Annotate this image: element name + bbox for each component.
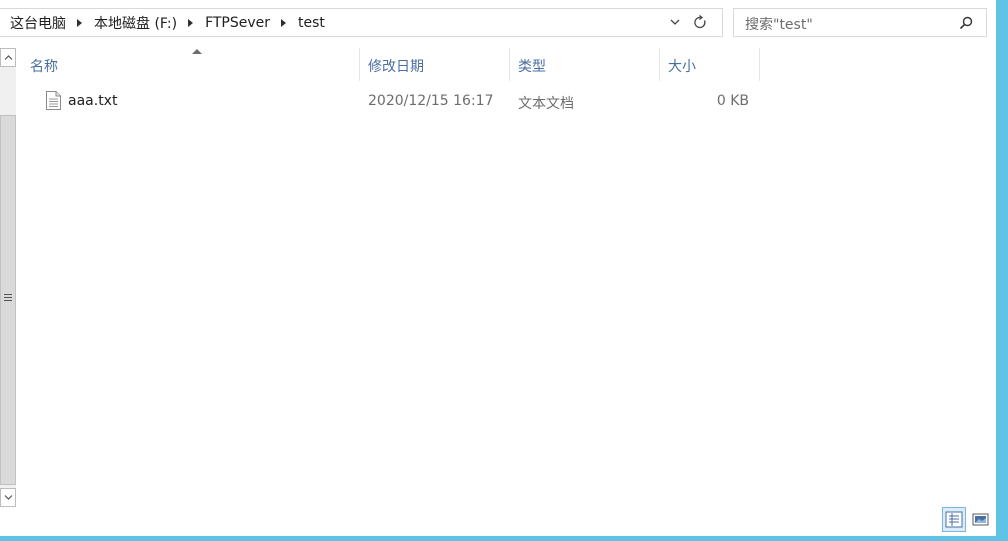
breadcrumb-separator-icon[interactable] [188, 18, 194, 27]
scroll-up-button[interactable] [0, 48, 16, 67]
large-icons-view-button[interactable] [970, 507, 992, 532]
scroll-thumb[interactable] [0, 115, 16, 485]
chevron-up-icon [4, 55, 13, 60]
chevron-down-icon[interactable] [668, 15, 682, 29]
chevron-down-icon [4, 495, 13, 500]
file-size: 0 KB [716, 93, 749, 109]
file-name[interactable]: aaa.txt [68, 93, 117, 109]
column-header-name-label: 名称 [30, 59, 58, 75]
address-bar[interactable]: 这台电脑 本地磁盘 (F:) FTPSever test [0, 8, 723, 37]
search-icon[interactable] [958, 15, 974, 31]
column-header-modified-label: 修改日期 [368, 59, 424, 75]
grip-icon [4, 294, 12, 303]
breadcrumb-item-local-disk[interactable]: 本地磁盘 (F:) [92, 13, 179, 33]
search-box[interactable]: 搜索"test" [733, 8, 987, 37]
large-icons-view-icon [972, 513, 989, 526]
file-modified-date: 2020/12/15 16:17 [368, 93, 494, 109]
column-header-modified[interactable]: 修改日期 [360, 48, 510, 81]
vertical-scrollbar[interactable] [0, 48, 16, 507]
column-header-size[interactable]: 大小 [660, 48, 760, 81]
search-input[interactable]: 搜索"test" [745, 14, 813, 34]
file-row[interactable]: aaa.txt 2020/12/15 16:17 文本文档 0 KB [22, 89, 762, 115]
breadcrumb-separator-icon[interactable] [281, 18, 287, 27]
breadcrumb: 这台电脑 本地磁盘 (F:) FTPSever test [8, 9, 327, 36]
breadcrumb-item-ftpsever[interactable]: FTPSever [203, 15, 272, 31]
breadcrumb-item-test[interactable]: test [296, 15, 327, 31]
column-header-type-label: 类型 [518, 59, 546, 75]
column-header-type[interactable]: 类型 [510, 48, 660, 81]
details-view-icon [945, 511, 963, 528]
column-header-name[interactable]: 名称 [22, 48, 360, 81]
text-file-icon [46, 91, 61, 110]
details-view-button[interactable] [942, 507, 966, 532]
explorer-window: 这台电脑 本地磁盘 (F:) FTPSever test 搜索"test" 名称… [0, 0, 996, 536]
refresh-icon[interactable] [692, 14, 709, 31]
scroll-down-button[interactable] [0, 488, 16, 507]
breadcrumb-item-this-pc[interactable]: 这台电脑 [8, 13, 68, 33]
file-type: 文本文档 [518, 96, 574, 112]
breadcrumb-separator-icon[interactable] [77, 18, 82, 27]
column-header-size-label: 大小 [668, 59, 696, 75]
sort-ascending-icon [192, 49, 202, 54]
